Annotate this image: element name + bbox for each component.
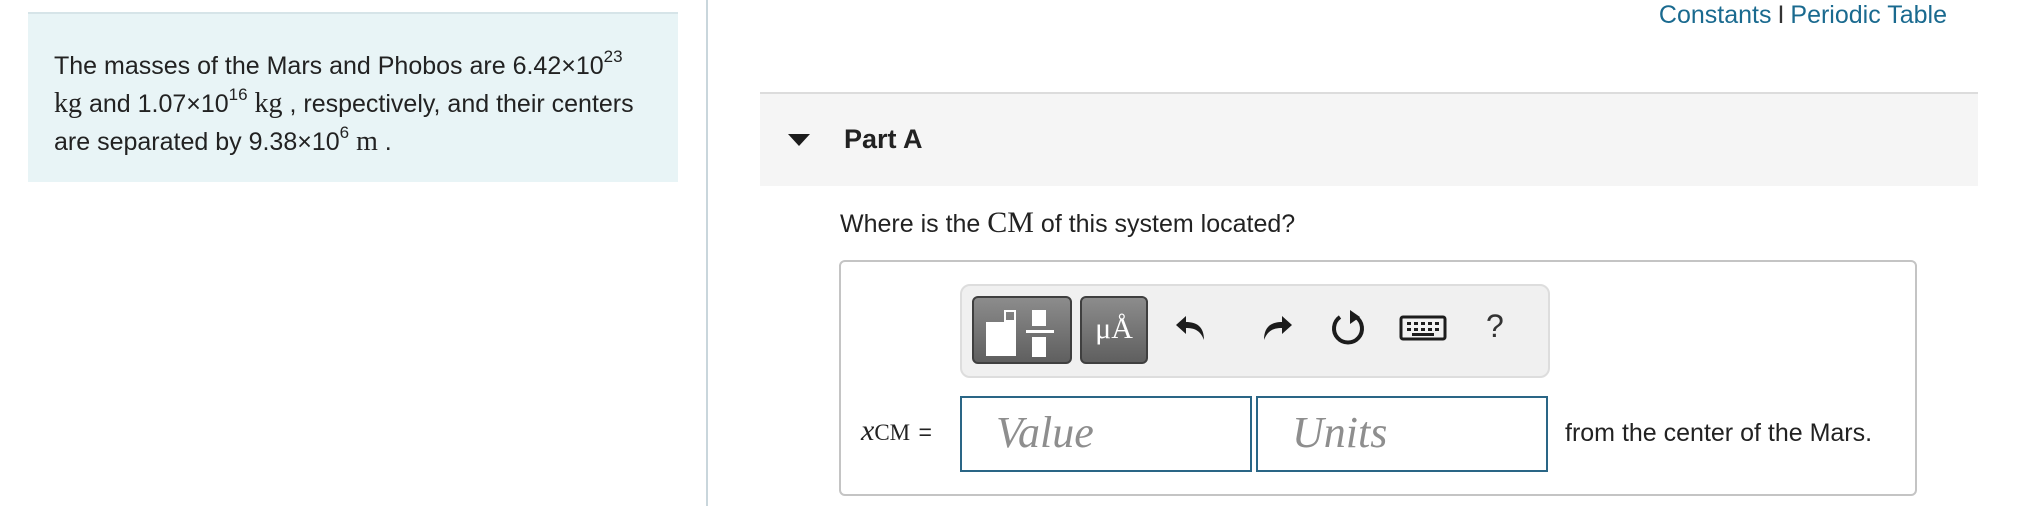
resource-links: Constants I Periodic Table [1659,0,1947,30]
problem-text-1: The masses of the Mars and Phobos are 6.… [54,52,604,80]
keyboard-icon[interactable] [1398,306,1448,350]
part-title: Part A [844,124,923,154]
constants-link[interactable]: Constants [1659,1,1772,29]
problem-exp-2: 16 [228,84,248,104]
problem-exp-1: 23 [603,46,623,66]
value-input[interactable]: Value [960,396,1252,472]
answer-sub: CM [874,420,911,445]
equals-sign: = [918,419,932,445]
question-pre: Where is the [840,210,988,238]
problem-text-4: . [377,128,392,156]
problem-statement: The masses of the Mars and Phobos are 6.… [28,12,678,182]
undo-icon[interactable] [1174,306,1218,350]
answer-suffix: from the center of the Mars. [1565,419,1873,447]
question-text: Where is the CM of this system located? [840,203,1295,244]
help-button[interactable]: ? [1486,308,1504,345]
part-a-header[interactable]: Part A [760,92,1978,186]
question-cm: CM [987,206,1034,239]
problem-unit-3: m [356,126,378,157]
question-post: of this system located? [1033,210,1296,238]
periodic-table-link[interactable]: Periodic Table [1790,1,1947,29]
problem-unit-2: kg [254,88,283,119]
templates-button[interactable] [972,296,1072,364]
problem-unit-1: kg [54,88,82,119]
answer-variable-label: xCM = [861,414,932,448]
math-toolbar: μÅ ? [960,284,1550,378]
symbols-button[interactable]: μÅ [1080,296,1148,364]
answer-box: μÅ ? xCM = Value Units from the center o… [839,260,1917,496]
problem-text-2: and 1.07×10 [82,90,229,118]
redo-icon[interactable] [1250,306,1294,350]
collapse-caret-icon[interactable] [788,134,810,146]
answer-var: x [861,414,875,447]
units-input[interactable]: Units [1256,396,1548,472]
links-separator: I [1777,1,1785,29]
problem-exp-3: 6 [339,122,350,142]
column-divider [706,0,708,506]
problem-panel: The masses of the Mars and Phobos are 6.… [0,0,710,506]
reset-icon[interactable] [1326,306,1370,350]
